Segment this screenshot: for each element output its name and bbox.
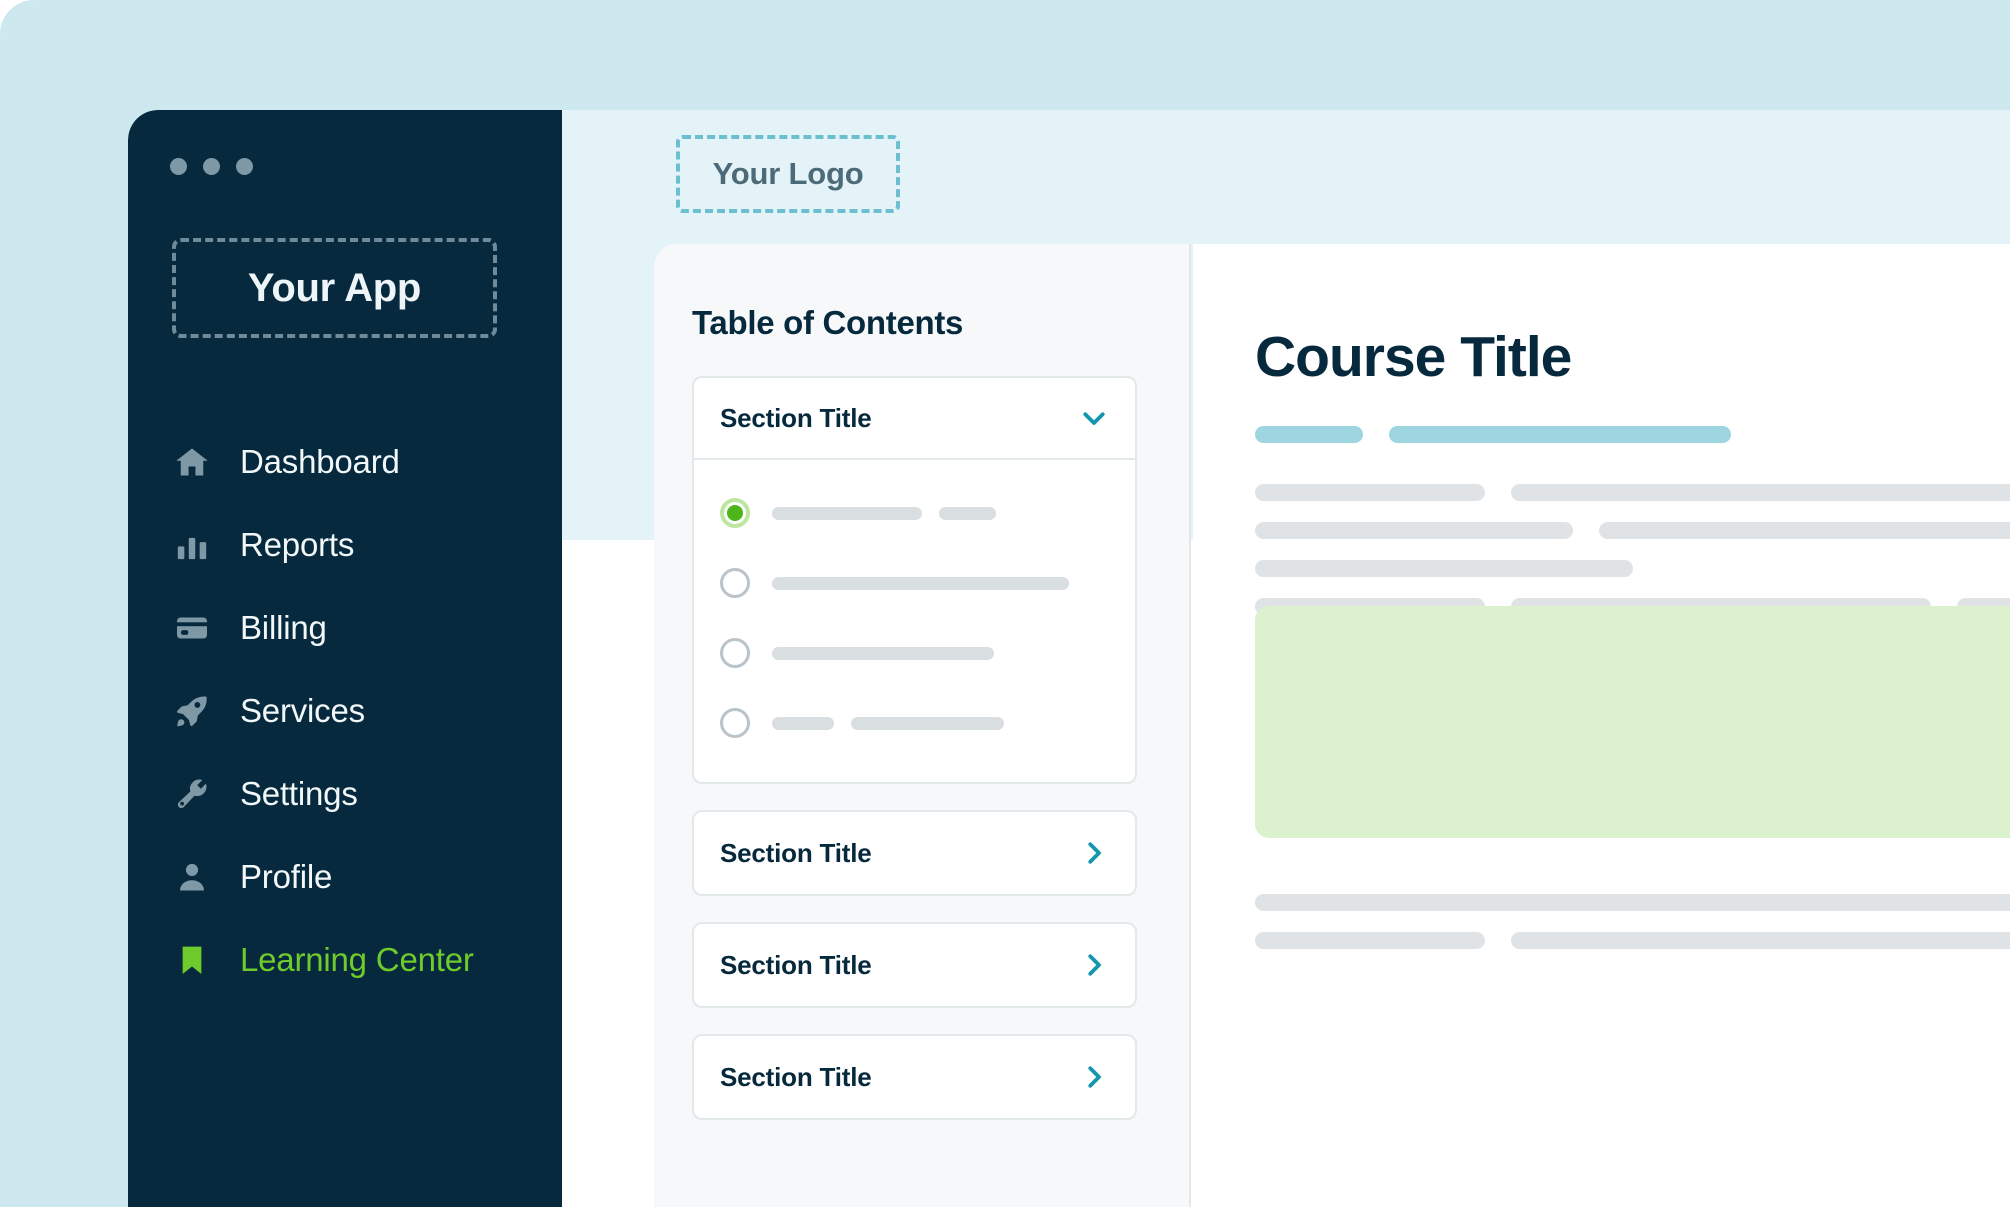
lesson-title-skeleton [772, 646, 994, 660]
sidebar-item-dashboard[interactable]: Dashboard [128, 420, 562, 503]
toc-lesson-item[interactable] [694, 548, 1135, 618]
lesson-title-skeleton [772, 506, 996, 520]
course-bottom-rows [1255, 894, 2010, 970]
toc-section: Section Title [692, 922, 1137, 1008]
lesson-status-radio[interactable] [720, 708, 750, 738]
skeleton-bar [1255, 522, 1573, 539]
skeleton-row [1255, 484, 2010, 501]
lesson-status-radio[interactable] [720, 568, 750, 598]
rocket-icon [172, 691, 212, 731]
chevron-down-icon[interactable] [1079, 403, 1109, 433]
app-logo-placeholder[interactable]: Your App [172, 238, 497, 338]
bookmark-icon [172, 940, 212, 980]
skeleton-bar [939, 506, 996, 520]
course-content-area: Course Title [1193, 244, 2010, 1207]
skeleton-bar [1255, 560, 1633, 577]
skeleton-bar [1599, 522, 2010, 539]
traffic-light-close[interactable] [170, 158, 187, 175]
skeleton-bar [851, 716, 1004, 730]
sidebar-item-billing[interactable]: Billing [128, 586, 562, 669]
site-logo-label: Your Logo [712, 156, 864, 191]
toc-section: Section Title [692, 1034, 1137, 1120]
table-of-contents-panel: Table of Contents Section Title Section … [654, 244, 1191, 1207]
window-traffic-lights [170, 158, 253, 175]
toc-lesson-item[interactable] [694, 618, 1135, 688]
wrench-icon [172, 774, 212, 814]
sidebar-item-learning-center[interactable]: Learning Center [128, 918, 562, 1001]
sidebar-item-label: Dashboard [240, 442, 400, 480]
app-logo-label: Your App [247, 265, 422, 310]
sidebar-item-label: Services [240, 691, 365, 729]
skeleton-bar [772, 646, 994, 660]
chevron-right-icon[interactable] [1079, 838, 1109, 868]
skeleton-bar [1511, 932, 2010, 949]
skeleton-row [1255, 522, 2010, 539]
sidebar-item-label: Reports [240, 525, 355, 563]
main-region: Your Logo Course Title Table of Contents… [562, 110, 2010, 1207]
toc-lesson-item[interactable] [694, 688, 1135, 758]
page-canvas: Your App Dashboard Reports Billing Servi… [0, 0, 2010, 1207]
chevron-right-icon[interactable] [1079, 1062, 1109, 1092]
skeleton-row [1255, 426, 2010, 443]
home-icon [172, 442, 212, 482]
sidebar-item-services[interactable]: Services [128, 669, 562, 752]
highlight-block [1255, 606, 2010, 838]
toc-section-title: Section Title [720, 1061, 872, 1092]
traffic-light-minimize[interactable] [203, 158, 220, 175]
sidebar: Your App Dashboard Reports Billing Servi… [128, 110, 562, 1207]
toc-section-header[interactable]: Section Title [694, 812, 1135, 894]
toc-section-title: Section Title [720, 402, 872, 433]
lesson-status-radio-completed[interactable] [720, 498, 750, 528]
skeleton-bar [772, 576, 1069, 590]
toc-section-title: Section Title [720, 837, 872, 868]
toc-section-header[interactable]: Section Title [694, 924, 1135, 1006]
user-icon [172, 857, 212, 897]
credit-card-icon [172, 608, 212, 648]
site-logo-placeholder[interactable]: Your Logo [676, 135, 900, 213]
skeleton-bar [772, 506, 922, 520]
toc-section-header[interactable]: Section Title [694, 1036, 1135, 1118]
bar-chart-icon [172, 525, 212, 565]
sidebar-nav: Dashboard Reports Billing Services Setti… [128, 420, 562, 1001]
lesson-status-radio[interactable] [720, 638, 750, 668]
toc-lesson-item[interactable] [694, 478, 1135, 548]
sidebar-item-label: Profile [240, 857, 333, 895]
skeleton-bar [1511, 484, 2010, 501]
skeleton-bar [1255, 484, 1485, 501]
skeleton-row [1255, 894, 2010, 911]
toc-heading: Table of Contents [692, 304, 964, 341]
lesson-title-skeleton [772, 576, 1069, 590]
lesson-title-skeleton [772, 716, 1004, 730]
toc-section: Section Title [692, 810, 1137, 896]
skeleton-row [1255, 560, 2010, 577]
sidebar-item-label: Billing [240, 608, 327, 646]
skeleton-bar [1255, 932, 1485, 949]
course-accent-rows [1255, 426, 2010, 636]
course-title: Course Title [1255, 325, 1572, 389]
sidebar-item-profile[interactable]: Profile [128, 835, 562, 918]
chevron-right-icon[interactable] [1079, 950, 1109, 980]
toc-section: Section Title [692, 376, 1137, 784]
toc-section-title: Section Title [720, 949, 872, 980]
toc-section-list: Section Title Section Title Section Titl… [692, 376, 1137, 1146]
skeleton-bar [1389, 426, 1731, 443]
toc-lesson-list [694, 460, 1135, 782]
skeleton-bar [1255, 894, 2010, 911]
app-window: Your App Dashboard Reports Billing Servi… [128, 110, 2010, 1207]
skeleton-bar [772, 716, 834, 730]
sidebar-item-label: Settings [240, 774, 358, 812]
toc-section-header[interactable]: Section Title [694, 378, 1135, 460]
sidebar-item-label: Learning Center [240, 940, 474, 978]
sidebar-item-settings[interactable]: Settings [128, 752, 562, 835]
sidebar-item-reports[interactable]: Reports [128, 503, 562, 586]
traffic-light-maximize[interactable] [236, 158, 253, 175]
skeleton-bar [1255, 426, 1363, 443]
skeleton-row [1255, 932, 2010, 949]
